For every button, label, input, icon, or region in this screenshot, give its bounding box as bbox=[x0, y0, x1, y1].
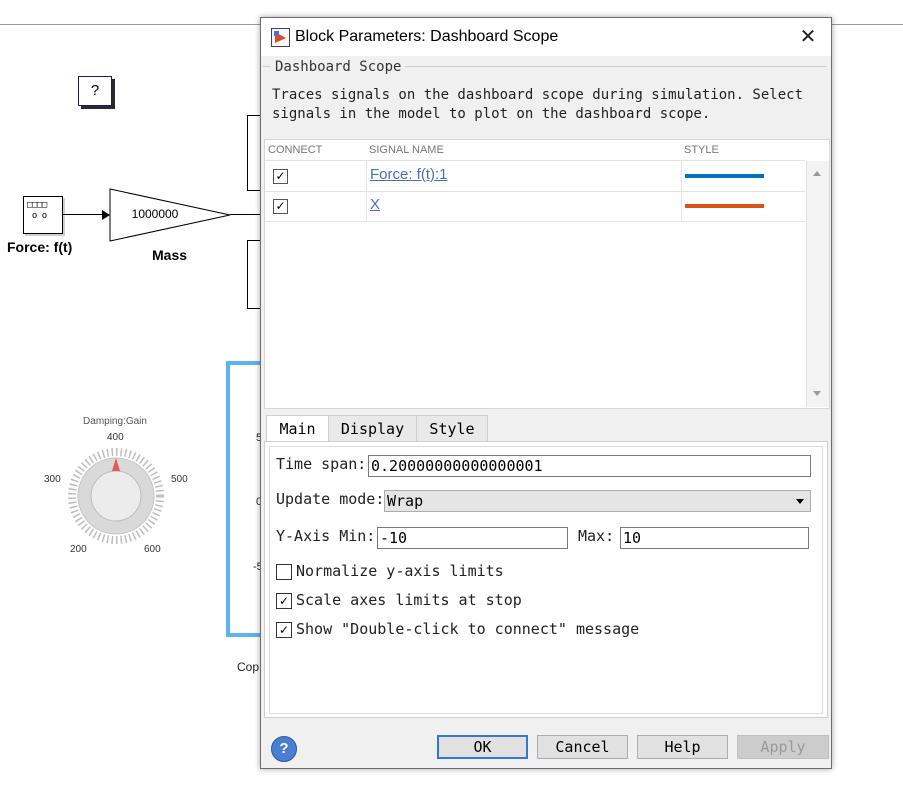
output-line[interactable] bbox=[230, 214, 260, 215]
connect-checkbox[interactable]: ✓ bbox=[273, 169, 288, 184]
show-message-label[interactable]: Show "Double-click to connect" message bbox=[296, 620, 639, 638]
connect-checkbox[interactable]: ✓ bbox=[273, 199, 288, 214]
line-style-swatch[interactable] bbox=[685, 174, 764, 178]
group-title: Dashboard Scope bbox=[271, 59, 406, 75]
gain-value: 1000000 bbox=[131, 207, 179, 221]
tab-style[interactable]: Style bbox=[416, 415, 488, 442]
dialog-title: Block Parameters: Dashboard Scope bbox=[295, 28, 559, 45]
scroll-up-icon[interactable] bbox=[813, 171, 821, 176]
block-parameters-dialog: Block Parameters: Dashboard Scope ✕ Dash… bbox=[260, 17, 832, 769]
signal-line[interactable] bbox=[62, 214, 106, 215]
signal-builder-icon: □□□□ o o bbox=[27, 200, 47, 221]
cancel-button[interactable]: Cancel bbox=[537, 735, 628, 759]
help-button[interactable]: Help bbox=[637, 735, 728, 759]
damping-knob[interactable] bbox=[64, 444, 168, 548]
cell-divider bbox=[366, 191, 367, 221]
time-span-input[interactable]: 0.20000000000000001 bbox=[368, 455, 811, 477]
y-axis-min-input[interactable]: -10 bbox=[377, 527, 568, 549]
update-mode-label: Update mode: bbox=[276, 490, 385, 508]
y-axis-max-input[interactable]: 10 bbox=[620, 527, 809, 549]
normalize-checkbox[interactable] bbox=[276, 564, 292, 580]
y-axis-max-label: Max: bbox=[578, 527, 615, 545]
ok-button[interactable]: OK bbox=[437, 735, 528, 759]
normalize-label[interactable]: Normalize y-axis limits bbox=[296, 562, 504, 580]
scale-axes-checkbox[interactable]: ✓ bbox=[276, 593, 292, 609]
scale-axes-label[interactable]: Scale axes limits at stop bbox=[296, 591, 522, 609]
help-icon[interactable]: ? bbox=[271, 736, 297, 762]
gain-block-label: Mass bbox=[152, 247, 188, 263]
cell-divider bbox=[681, 161, 682, 191]
canvas-fragment: Cop bbox=[237, 660, 260, 674]
chevron-down-icon bbox=[796, 499, 804, 504]
knob-tick-label: 500 bbox=[171, 474, 188, 485]
main-tab-panel: Time span: 0.20000000000000001 Update mo… bbox=[264, 441, 828, 718]
branch-line-top-h2 bbox=[247, 190, 260, 191]
branch-line-bottom bbox=[247, 240, 248, 308]
panel-frame bbox=[269, 446, 823, 714]
time-span-label: Time span: bbox=[276, 455, 367, 473]
branch-line-bottom-h bbox=[247, 240, 260, 241]
show-message-checkbox[interactable]: ✓ bbox=[276, 622, 292, 638]
signal-builder-block[interactable]: □□□□ o o bbox=[23, 196, 63, 234]
branch-line-bottom-h2 bbox=[247, 308, 260, 309]
close-icon[interactable]: ✕ bbox=[793, 24, 823, 50]
tab-display[interactable]: Display bbox=[328, 415, 417, 442]
source-block-label: Force: f(t) bbox=[7, 239, 73, 255]
branch-line-top-h bbox=[247, 115, 260, 116]
tab-main[interactable]: Main bbox=[266, 415, 329, 443]
cell-divider bbox=[681, 191, 682, 221]
line-style-swatch[interactable] bbox=[685, 204, 764, 208]
column-header-connect[interactable]: CONNECT bbox=[265, 140, 366, 161]
signals-table: CONNECT SIGNAL NAME STYLE ✓ Force: f(t):… bbox=[264, 139, 830, 409]
y-axis-min-label: Y-Axis Min: bbox=[276, 527, 376, 545]
simulink-block-icon bbox=[271, 28, 290, 47]
table-scrollbar[interactable] bbox=[806, 161, 829, 407]
apply-button[interactable]: Apply bbox=[737, 735, 829, 759]
knob-tick-label: 300 bbox=[44, 474, 61, 485]
update-mode-value: Wrap bbox=[387, 492, 424, 510]
knob-tick-label: 400 bbox=[107, 432, 124, 443]
table-row[interactable]: ✓ Force: f(t):1 bbox=[265, 161, 805, 192]
cell-divider bbox=[366, 161, 367, 191]
knob-title: Damping:Gain bbox=[83, 416, 147, 427]
branch-line-top bbox=[247, 115, 248, 190]
table-row[interactable]: ✓ X bbox=[265, 191, 805, 222]
column-header-signal-name[interactable]: SIGNAL NAME bbox=[366, 140, 681, 161]
signal-name-link[interactable]: X bbox=[370, 196, 380, 213]
block-description: Traces signals on the dashboard scope du… bbox=[272, 87, 804, 122]
column-header-style[interactable]: STYLE bbox=[681, 140, 805, 161]
signal-name-link[interactable]: Force: f(t):1 bbox=[370, 166, 448, 183]
help-block[interactable]: ? bbox=[78, 76, 112, 106]
scroll-down-icon[interactable] bbox=[813, 391, 821, 396]
update-mode-select[interactable]: Wrap bbox=[384, 490, 811, 512]
